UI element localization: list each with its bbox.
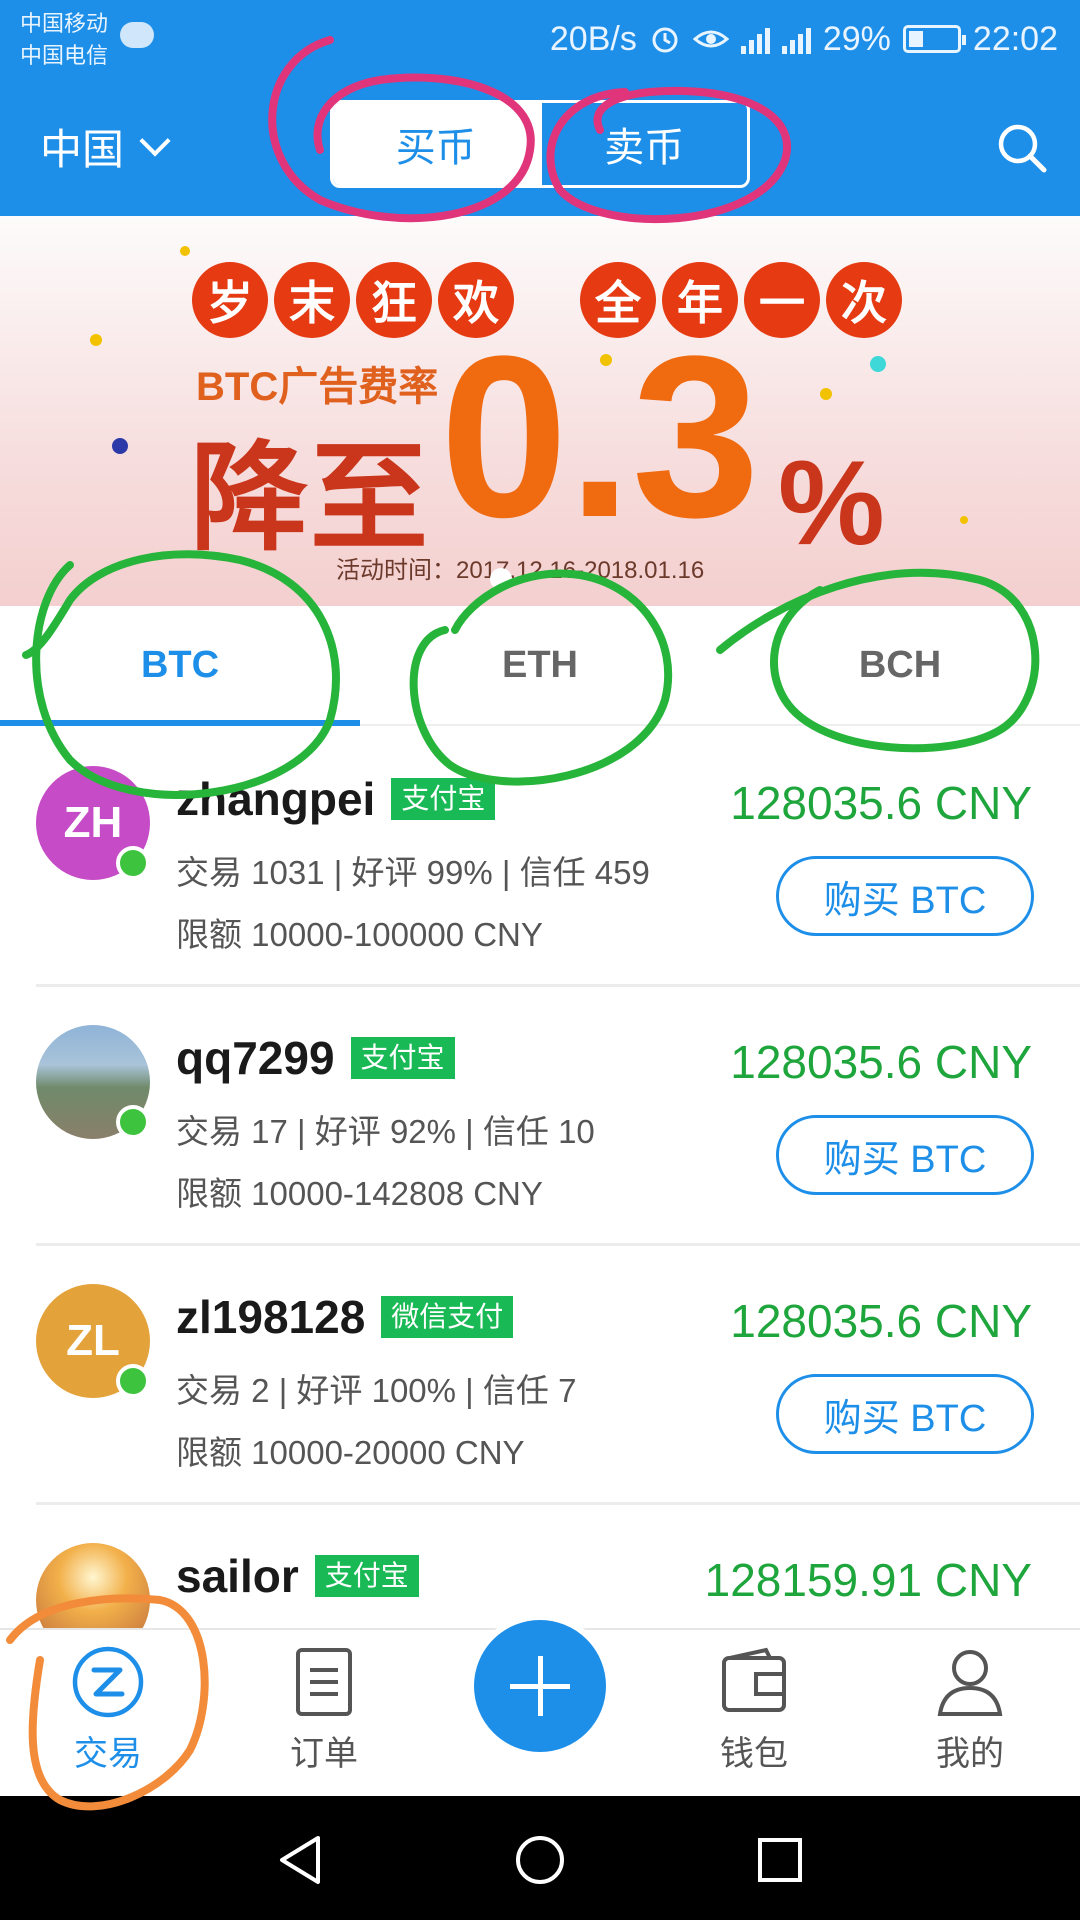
chevron-down-icon [139, 125, 171, 157]
price: 128035.6 CNY [730, 777, 1032, 829]
tab-bch[interactable]: BCH [720, 606, 1080, 724]
nav-profile-label: 我的 [936, 1735, 1004, 1773]
region-selector[interactable]: 中国 [40, 116, 171, 176]
avatar [36, 1543, 150, 1628]
battery-icon [902, 25, 966, 53]
payment-badge: 微信支付 [381, 1296, 514, 1338]
region-label: 中国 [40, 125, 125, 173]
carrier-2: 中国电信 [20, 43, 109, 68]
nav-wallet[interactable]: 钱包 [684, 1644, 824, 1784]
recents-icon[interactable] [756, 1836, 804, 1884]
username-line: sailor 支付宝 [176, 1549, 419, 1603]
signal-icon [740, 24, 770, 54]
bottom-nav: 交易 订单 钱包 我的 [0, 1614, 1080, 1796]
buy-btc-button[interactable]: 购买 BTC [776, 856, 1034, 936]
banner-rate-symbol: % [778, 436, 885, 570]
banner-rate: 0.3 [440, 308, 760, 565]
carrier-info: 中国移动 中国电信 [20, 8, 108, 72]
price: 128035.6 CNY [730, 1295, 1032, 1347]
carrier-1: 中国移动 [20, 11, 109, 36]
plus-icon[interactable] [468, 1614, 612, 1758]
signal-icon [781, 24, 811, 54]
trade-stats: 交易 1031 | 好评 99% | 信任 459 [176, 854, 650, 891]
username-line: qq7299 支付宝 [176, 1031, 455, 1085]
price: 128035.6 CNY [730, 1036, 1032, 1088]
payment-badge: 支付宝 [314, 1555, 419, 1597]
online-indicator [116, 846, 150, 880]
buy-btc-button[interactable]: 购买 BTC [776, 1115, 1034, 1195]
buy-sell-toggle: 买币 卖币 [330, 100, 750, 188]
sell-coin-tab[interactable]: 卖币 [538, 103, 748, 185]
wallet-icon [722, 1647, 786, 1712]
battery-percent: 29% [822, 19, 891, 58]
price: 128159.91 CNY [704, 1554, 1032, 1606]
trade-limit: 限额 10000-142808 CNY [176, 1175, 543, 1212]
online-indicator [116, 1364, 150, 1398]
banner-char: 次 [826, 262, 902, 338]
trade-stats: 交易 2 | 好评 100% | 信任 7 [176, 1372, 577, 1409]
buy-btc-button[interactable]: 购买 BTC [776, 1374, 1034, 1454]
chat-notification-icon [120, 22, 154, 48]
nav-trade-label: 交易 [74, 1735, 142, 1773]
profile-icon [937, 1650, 1003, 1716]
nav-orders-label: 订单 [290, 1735, 358, 1773]
username-line: zl198128 微信支付 [176, 1290, 514, 1344]
tab-eth[interactable]: ETH [360, 606, 720, 724]
online-indicator [116, 1105, 150, 1139]
search-icon[interactable] [994, 120, 1050, 176]
trade-icon [72, 1646, 144, 1718]
payment-badge: 支付宝 [391, 778, 496, 820]
tab-btc[interactable]: BTC [0, 606, 360, 726]
list-item[interactable]: ZL zl198128 微信支付 交易 2 | 好评 100% | 信任 7 限… [0, 1246, 1080, 1505]
banner-pager-dot [490, 568, 512, 590]
trade-stats: 交易 17 | 好评 92% | 信任 10 [176, 1113, 595, 1150]
promo-banner[interactable]: 岁 末 狂 欢 全 年 一 次 BTC广告费率 降至 0.3 % 活动时间：20… [0, 216, 1080, 606]
trade-limit: 限额 10000-100000 CNY [176, 916, 543, 953]
buy-coin-tab[interactable]: 买币 [333, 103, 539, 185]
username: zhangpei [176, 773, 376, 825]
status-bar: 中国移动 中国电信 20B/s 29% 22:02 [0, 0, 1080, 80]
username: sailor [176, 1550, 299, 1602]
banner-date: 活动时间：2017.12.16-2018.01.16 [336, 557, 705, 584]
banner-char: 岁 [192, 262, 268, 338]
banner-headline: 降至 [190, 433, 431, 565]
nav-wallet-label: 钱包 [720, 1735, 788, 1773]
trade-limit: 限额 10000-20000 CNY [176, 1434, 525, 1471]
nav-trade[interactable]: 交易 [38, 1644, 178, 1784]
net-speed: 20B/s [549, 19, 637, 58]
listing-list: ZH zhangpei 支付宝 交易 1031 | 好评 99% | 信任 45… [0, 728, 1080, 1628]
eye-icon [692, 30, 729, 48]
username: zl198128 [176, 1291, 366, 1343]
android-nav-bar [0, 1796, 1080, 1920]
alarm-icon [652, 27, 678, 53]
payment-badge: 支付宝 [350, 1037, 455, 1079]
username-line: zhangpei 支付宝 [176, 772, 496, 826]
clock: 22:02 [972, 19, 1058, 58]
list-item[interactable]: sailor 支付宝 128159.91 CNY [0, 1505, 1080, 1628]
home-icon[interactable] [514, 1834, 566, 1886]
list-item[interactable]: ZH zhangpei 支付宝 交易 1031 | 好评 99% | 信任 45… [0, 728, 1080, 987]
status-indicators: 20B/s 29% 22:02 [550, 14, 1058, 64]
banner-char: 末 [274, 262, 350, 338]
list-item[interactable]: qq7299 支付宝 交易 17 | 好评 92% | 信任 10 限额 100… [0, 987, 1080, 1246]
username: qq7299 [176, 1032, 335, 1084]
orders-icon [296, 1648, 352, 1716]
nav-orders[interactable]: 订单 [254, 1644, 394, 1784]
nav-profile[interactable]: 我的 [900, 1644, 1040, 1784]
banner-char: 狂 [356, 262, 432, 338]
app-header: 中国 买币 卖币 [0, 80, 1080, 216]
coin-tabs: BTC ETH BCH [0, 606, 1080, 726]
back-icon[interactable] [276, 1834, 324, 1886]
